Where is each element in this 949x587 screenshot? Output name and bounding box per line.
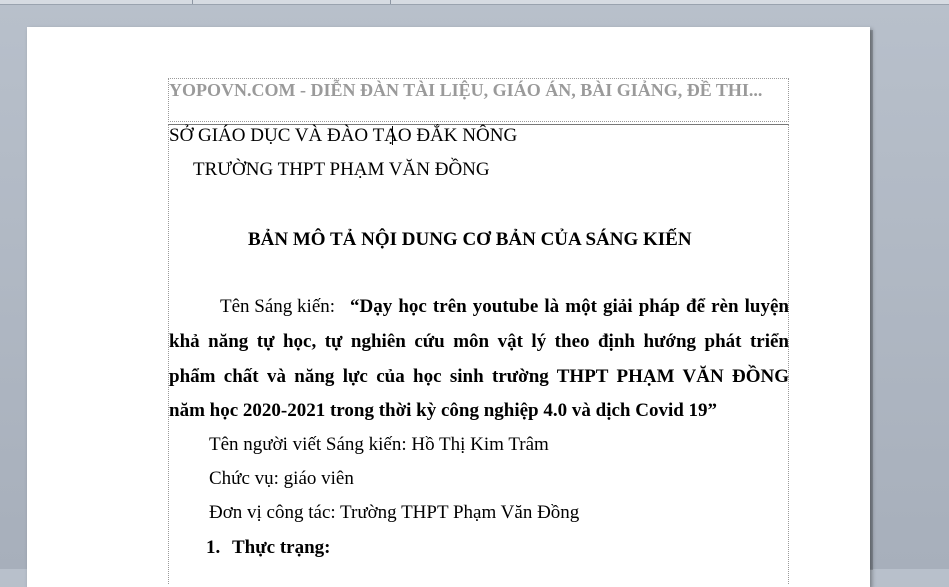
ruler-tick — [192, 0, 193, 4]
ruler-tick — [390, 0, 391, 4]
initiative-line-1: “Dạy học trên youtube là một giải pháp đ… — [350, 296, 789, 317]
ruler-strip — [0, 0, 949, 5]
department-line: SỞ GIÁO DỤC VÀ ĐÀO TẠO ĐẮK NÔNG — [169, 125, 518, 146]
initiative-label: Tên Sáng kiến: — [220, 296, 336, 317]
school-line: TRƯỜNG THPT PHẠM VĂN ĐỒNG — [193, 159, 490, 180]
position-line: Chức vụ: giáo viên — [209, 468, 354, 489]
section-title: Thực trạng: — [232, 537, 331, 558]
text-cursor — [392, 126, 393, 145]
header-watermark-text: YOPOVN.COM - DIỄN ĐÀN TÀI LIỆU, GIÁO ÁN,… — [169, 80, 763, 100]
unit-line: Đơn vị công tác: Trường THPT Phạm Văn Đồ… — [209, 502, 580, 523]
page-shadow — [870, 30, 873, 570]
author-line: Tên người viết Sáng kiến: Hồ Thị Kim Trâ… — [209, 434, 549, 455]
section-number: 1. — [206, 537, 221, 558]
initiative-line-2: khả năng tự học, tự nghiên cứu môn vật l… — [169, 331, 789, 352]
document-title: BẢN MÔ TẢ NỘI DUNG CƠ BẢN CỦA SÁNG KIẾN — [248, 229, 692, 250]
initiative-line-3: phẩm chất và năng lực của học sinh trườn… — [169, 366, 789, 387]
initiative-line-4: năm học 2020-2021 trong thời kỳ công ngh… — [169, 400, 718, 421]
